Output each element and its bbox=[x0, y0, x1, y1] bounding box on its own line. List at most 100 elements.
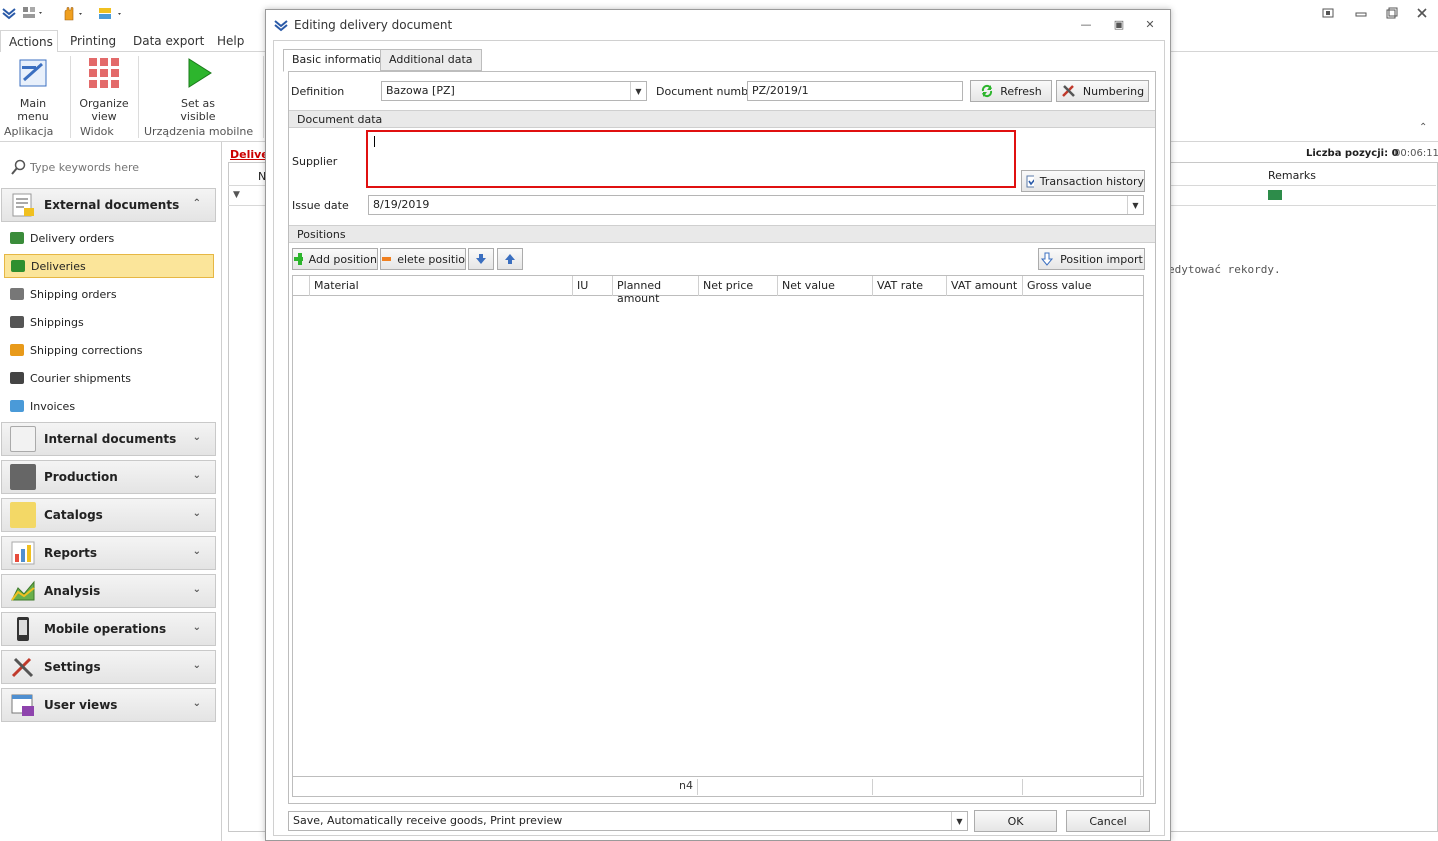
nav-item-invoices[interactable]: Invoices bbox=[4, 394, 214, 418]
nav-group-external-documents[interactable]: External documents ⌃ bbox=[1, 188, 216, 222]
tab-actions[interactable]: Actions bbox=[0, 30, 58, 53]
dialog-title-bar[interactable]: Editing delivery document bbox=[266, 10, 1170, 40]
user-view-icon bbox=[11, 694, 34, 716]
column-net-value[interactable]: Net value bbox=[778, 276, 873, 296]
set-as-visible-button[interactable]: Set as visible bbox=[170, 56, 226, 123]
ok-button[interactable]: OK bbox=[974, 810, 1057, 832]
restore-layout-icon[interactable] bbox=[1319, 6, 1337, 24]
main-menu-icon bbox=[19, 59, 47, 87]
column-gross-value[interactable]: Gross value bbox=[1023, 276, 1143, 296]
chevron-down-icon[interactable]: ▼ bbox=[630, 82, 646, 100]
cancel-button[interactable]: Cancel bbox=[1066, 810, 1150, 832]
definition-select[interactable]: Bazowa [PZ] ▼ bbox=[381, 81, 647, 101]
dialog-close-icon[interactable]: ✕ bbox=[1142, 18, 1158, 32]
nav-item-shippings[interactable]: Shippings bbox=[4, 310, 214, 334]
add-position-button[interactable]: Add position bbox=[292, 248, 378, 270]
nav-group-catalogs[interactable]: Catalogs ⌄ bbox=[1, 498, 216, 532]
document-number-input[interactable]: PZ/2019/1 bbox=[747, 81, 963, 101]
chevron-down-icon[interactable]: ▼ bbox=[951, 812, 967, 830]
filter-icon[interactable]: ▼ bbox=[233, 190, 240, 200]
positions-grid-footer: n4 bbox=[293, 776, 1143, 796]
nav-item-courier-shipments[interactable]: Courier shipments bbox=[4, 366, 214, 390]
group-label-widok: Widok bbox=[80, 125, 114, 138]
column-planned-amount[interactable]: Planned amount bbox=[613, 276, 699, 305]
minus-icon bbox=[382, 257, 392, 261]
position-import-label: Position import bbox=[1060, 252, 1143, 266]
tab-help[interactable]: Help bbox=[209, 30, 252, 53]
abc-filter-icon[interactable] bbox=[1268, 190, 1282, 200]
position-import-button[interactable]: Position import bbox=[1038, 248, 1145, 270]
production-icon bbox=[10, 464, 36, 490]
text-caret bbox=[374, 136, 375, 147]
dialog-maximize-icon[interactable]: ▣ bbox=[1111, 18, 1127, 32]
nav-group-reports[interactable]: Reports ⌄ bbox=[1, 536, 216, 570]
column-vat-rate[interactable]: VAT rate bbox=[873, 276, 947, 296]
minimize-window-icon[interactable] bbox=[1352, 6, 1370, 24]
column-net-price[interactable]: Net price bbox=[699, 276, 778, 296]
nav-group-settings[interactable]: Settings ⌄ bbox=[1, 650, 216, 684]
move-down-button[interactable] bbox=[468, 248, 494, 270]
footer-gross-value bbox=[1023, 779, 1141, 795]
nav-group-mobile-operations[interactable]: Mobile operations ⌄ bbox=[1, 612, 216, 646]
issue-date-picker[interactable]: 8/19/2019 ▼ bbox=[368, 195, 1144, 215]
restore-window-icon[interactable] bbox=[1383, 6, 1401, 24]
cancel-label: Cancel bbox=[1089, 814, 1127, 828]
close-window-icon[interactable] bbox=[1413, 6, 1431, 24]
main-menu-button[interactable]: Main menu bbox=[4, 56, 62, 123]
import-icon bbox=[1041, 252, 1054, 266]
main-menu-label: Main menu bbox=[17, 97, 49, 123]
nav-item-label: Shipping corrections bbox=[30, 343, 143, 357]
play-icon bbox=[188, 58, 212, 88]
organize-view-button[interactable]: Organize view bbox=[76, 56, 132, 123]
move-up-button[interactable] bbox=[497, 248, 523, 270]
supplier-label: Supplier bbox=[292, 155, 338, 168]
mobile-phone-icon bbox=[17, 617, 29, 641]
chevron-down-icon[interactable]: ▼ bbox=[1127, 196, 1143, 214]
column-header-remarks[interactable]: Remarks bbox=[1268, 169, 1316, 182]
search-input[interactable] bbox=[30, 158, 210, 176]
tools-icon bbox=[11, 657, 34, 678]
nav-item-shipping-orders[interactable]: Shipping orders bbox=[4, 282, 214, 306]
organize-view-label: Organize view bbox=[79, 97, 129, 123]
nav-group-label: Mobile operations bbox=[44, 622, 167, 636]
delete-position-button[interactable]: elete positio bbox=[380, 248, 466, 270]
basic-information-page: Definition Bazowa [PZ] ▼ Document number… bbox=[288, 71, 1156, 804]
nav-item-deliveries[interactable]: Deliveries bbox=[4, 254, 214, 278]
nav-item-label: Invoices bbox=[30, 399, 76, 413]
nav-item-shipping-corrections[interactable]: Shipping corrections bbox=[4, 338, 214, 362]
tools-icon bbox=[1062, 85, 1075, 97]
numbering-label: Numbering bbox=[1082, 84, 1145, 98]
delete-position-label: elete positio bbox=[397, 252, 465, 266]
nav-group-production[interactable]: Production ⌄ bbox=[1, 460, 216, 494]
tab-additional-data[interactable]: Additional data bbox=[380, 49, 482, 71]
collapse-ribbon-icon[interactable]: ⌃ bbox=[1419, 122, 1427, 133]
tab-data-export[interactable]: Data export bbox=[125, 30, 212, 53]
hand-tool-dropdown-icon[interactable] bbox=[62, 6, 86, 24]
nav-item-label: Shippings bbox=[30, 315, 84, 329]
layout-dropdown-icon[interactable] bbox=[22, 6, 44, 24]
column-material[interactable]: Material bbox=[310, 276, 573, 296]
numbering-button[interactable]: Numbering bbox=[1056, 80, 1149, 102]
nav-group-internal-documents[interactable]: Internal documents ⌄ bbox=[1, 422, 216, 456]
chevron-down-icon: ⌄ bbox=[192, 584, 201, 595]
issue-date-label: Issue date bbox=[292, 199, 349, 212]
transaction-history-button[interactable]: Transaction history bbox=[1021, 170, 1145, 192]
column-iu[interactable]: IU bbox=[573, 276, 613, 296]
nav-search[interactable] bbox=[8, 156, 214, 178]
chevron-down-icon: ⌄ bbox=[192, 622, 201, 633]
column-vat-amount[interactable]: VAT amount bbox=[947, 276, 1023, 296]
dialog-minimize-icon[interactable]: — bbox=[1078, 18, 1094, 32]
save-action-select[interactable]: Save, Automatically receive goods, Print… bbox=[288, 811, 968, 831]
organize-view-icon bbox=[89, 58, 119, 88]
abc-tool-dropdown-icon[interactable] bbox=[98, 6, 126, 24]
app-logo-icon[interactable] bbox=[2, 6, 16, 24]
refresh-icon bbox=[982, 84, 993, 98]
nav-group-user-views[interactable]: User views ⌄ bbox=[1, 688, 216, 722]
tab-printing[interactable]: Printing bbox=[62, 30, 124, 53]
refresh-button[interactable]: Refresh bbox=[970, 80, 1052, 102]
delivery-truck-icon bbox=[11, 260, 25, 272]
nav-group-analysis[interactable]: Analysis ⌄ bbox=[1, 574, 216, 608]
nav-group-label: Catalogs bbox=[44, 508, 103, 522]
nav-item-delivery-orders[interactable]: Delivery orders bbox=[4, 226, 214, 250]
supplier-input[interactable] bbox=[366, 130, 1016, 188]
